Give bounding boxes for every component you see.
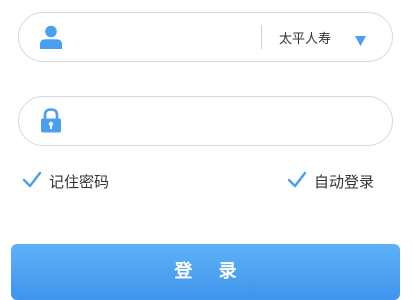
company-select[interactable]: 太平人寿 [271, 13, 381, 61]
username-field[interactable]: 太平人寿 [18, 12, 393, 62]
auto-login-label: 自动登录 [314, 173, 375, 191]
password-field[interactable] [18, 96, 393, 146]
remember-password-label: 记住密码 [49, 173, 110, 191]
triangle-down-icon[interactable] [355, 31, 366, 46]
company-select-value: 太平人寿 [279, 32, 332, 47]
user-icon [40, 25, 62, 49]
field-divider [261, 25, 262, 49]
login-button[interactable]: 登 录 [11, 244, 400, 300]
checkmark-icon[interactable] [22, 171, 42, 189]
password-input[interactable] [77, 107, 377, 135]
lock-icon [40, 108, 62, 133]
username-input[interactable] [77, 23, 257, 51]
checkmark-icon[interactable] [287, 171, 307, 189]
